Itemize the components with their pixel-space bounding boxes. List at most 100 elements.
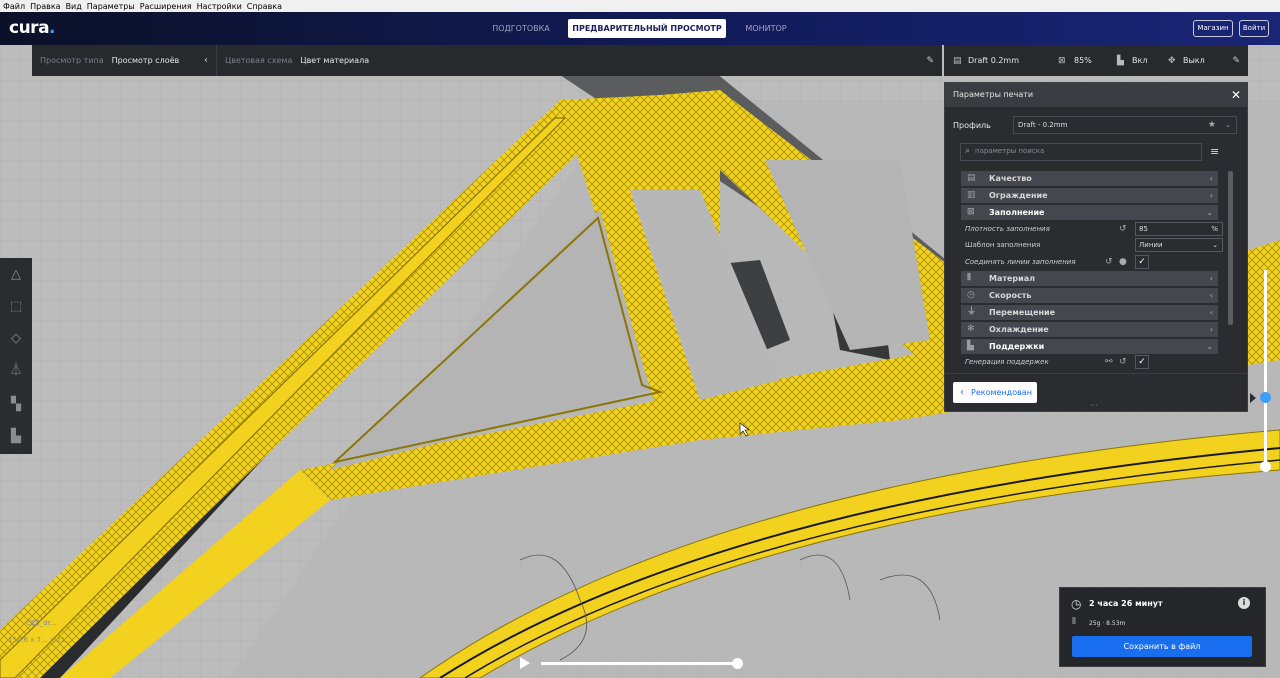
tab-preview[interactable]: ПРЕДВАРИТЕЛЬНЫЙ ПРОСМОТР bbox=[568, 19, 726, 38]
reset-icon[interactable]: ↺ bbox=[1105, 254, 1113, 270]
cura-logo: cura. bbox=[9, 18, 56, 38]
chevron-left-icon: ‹ bbox=[1209, 274, 1213, 283]
speed-icon: ◷ bbox=[967, 290, 975, 300]
setting-generate-support: Генерация поддержек ⚯ ↺ bbox=[965, 354, 1218, 370]
recommended-button[interactable]: ‹ Рекомендован bbox=[953, 382, 1037, 403]
marketplace-button[interactable]: Магазин bbox=[1193, 20, 1233, 37]
category-speed[interactable]: ◷ Скорость ‹ bbox=[961, 288, 1218, 303]
play-icon[interactable] bbox=[520, 657, 530, 669]
category-travel[interactable]: ⏚ Перемещение ‹ bbox=[961, 305, 1218, 320]
chevron-down-icon: ⌄ bbox=[1225, 121, 1231, 129]
panel-title: Параметры печати bbox=[953, 90, 1034, 99]
chevron-down-icon: ⌄ bbox=[1206, 342, 1213, 351]
save-to-file-button[interactable]: Сохранить в файл bbox=[1072, 636, 1252, 657]
profile-select-value: Draft - 0.2mm bbox=[1018, 121, 1068, 129]
summary-infill: 85% bbox=[1074, 56, 1092, 65]
header-bar: cura. ПОДГОТОВКА ПРЕДВАРИТЕЛЬНЫЙ ПРОСМОТ… bbox=[0, 12, 1280, 45]
chevron-left-icon: ‹ bbox=[1209, 191, 1213, 200]
layer-slider-upper-handle[interactable] bbox=[1260, 392, 1271, 403]
object-name: CE3_dr... bbox=[26, 619, 57, 627]
menu-edit[interactable]: Правка bbox=[30, 2, 60, 11]
info-icon[interactable]: i bbox=[1238, 597, 1250, 609]
color-scheme-label: Цветовая схема bbox=[225, 56, 293, 65]
spool-icon: ⦀ bbox=[1072, 617, 1076, 627]
support-icon: ▙ bbox=[1117, 55, 1124, 66]
chevron-left-icon: ‹ bbox=[1209, 325, 1213, 334]
profile-select[interactable]: Draft - 0.2mm ★ ⌄ bbox=[1013, 116, 1237, 134]
menu-icon[interactable]: ≡ bbox=[1210, 145, 1219, 158]
category-walls[interactable]: ▥ Ограждение ‹ bbox=[961, 188, 1218, 203]
setting-connect-infill: Соединять линии заполнения ↺ ● bbox=[965, 254, 1218, 270]
category-cooling[interactable]: ✻ Охлаждение ‹ bbox=[961, 322, 1218, 337]
rotate-tool-icon[interactable]: ◇ bbox=[7, 330, 25, 348]
layer-slider-track[interactable] bbox=[1264, 270, 1267, 468]
color-scheme-value: Цвет материала bbox=[300, 56, 370, 65]
settings-scrollbar[interactable] bbox=[1228, 171, 1233, 325]
panel-header: Параметры печати ✕ bbox=[945, 83, 1247, 107]
layer-slider-lower-handle[interactable] bbox=[1260, 461, 1271, 472]
menu-settings[interactable]: Параметры bbox=[87, 2, 135, 11]
reset-icon[interactable]: ↺ bbox=[1119, 221, 1127, 237]
print-setup-summary[interactable]: ▤ Draft 0.2mm ⊠ 85% ▙ Вкл ✥ Выкл ✎ bbox=[944, 45, 1248, 76]
clock-icon: ◷ bbox=[1071, 597, 1082, 611]
chevron-left-icon: ‹ bbox=[1209, 308, 1213, 317]
move-tool-icon[interactable]: △ bbox=[7, 266, 25, 284]
profile-icon: ▤ bbox=[953, 55, 962, 66]
menu-help[interactable]: Справка bbox=[247, 2, 282, 11]
tool-bar: △ ⬚ ◇ ⏃ ▚ ▙ bbox=[0, 258, 32, 454]
infill-density-input[interactable]: 85 % bbox=[1135, 222, 1223, 236]
simulation-slider-track[interactable] bbox=[541, 662, 737, 665]
print-estimate-panel: ◷ 2 часа 26 минут i ⦀ 25g · 8.53m Сохран… bbox=[1059, 587, 1266, 667]
info-icon[interactable]: ● bbox=[1119, 254, 1127, 270]
chevron-left-icon: ‹ bbox=[204, 55, 208, 66]
connect-infill-checkbox[interactable]: ✓ bbox=[1135, 255, 1149, 269]
category-material[interactable]: ⦀ Материал ‹ bbox=[961, 271, 1218, 286]
chevron-left-icon: ‹ bbox=[1209, 291, 1213, 300]
category-quality[interactable]: ▤ Качество ‹ bbox=[961, 171, 1218, 186]
menu-extensions[interactable]: Расширения bbox=[140, 2, 192, 11]
pencil-icon: ✎ bbox=[926, 55, 934, 66]
color-scheme-selector[interactable]: Цветовая схема Цвет материала ✎ bbox=[217, 45, 942, 76]
category-infill[interactable]: ⊠ Заполнение ⌄ bbox=[961, 205, 1218, 220]
generate-support-checkbox[interactable]: ✓ bbox=[1135, 355, 1149, 369]
chevron-down-icon: ⌄ bbox=[1206, 208, 1213, 217]
simulation-slider-handle[interactable] bbox=[732, 658, 743, 669]
search-input[interactable]: ⌕ параметры поиска bbox=[960, 143, 1202, 161]
menu-file[interactable]: Файл bbox=[3, 2, 25, 11]
adhesion-icon: ✥ bbox=[1168, 55, 1176, 66]
search-placeholder: параметры поиска bbox=[975, 147, 1045, 155]
search-icon: ⌕ bbox=[965, 146, 971, 156]
infill-icon: ⊠ bbox=[967, 207, 975, 217]
mirror-tool-icon[interactable]: ⏃ bbox=[7, 362, 25, 380]
support-icon: ▙ bbox=[967, 341, 974, 351]
reset-icon[interactable]: ↺ bbox=[1119, 354, 1127, 370]
tab-prepare[interactable]: ПОДГОТОВКА bbox=[484, 19, 558, 38]
menu-preferences[interactable]: Настройки bbox=[197, 2, 242, 11]
travel-icon: ⏚ bbox=[967, 307, 977, 317]
infill-pattern-select[interactable]: Линии ⌄ bbox=[1135, 238, 1223, 252]
tab-monitor[interactable]: МОНИТОР bbox=[736, 19, 796, 38]
view-type-selector[interactable]: Просмотр типа Просмотр слоёв ‹ bbox=[32, 45, 217, 76]
view-type-value: Просмотр слоёв bbox=[111, 56, 180, 65]
login-button[interactable]: Войти bbox=[1239, 20, 1269, 37]
per-model-settings-icon[interactable]: ▚ bbox=[7, 396, 25, 414]
fan-icon: ✻ bbox=[967, 324, 975, 334]
panel-divider bbox=[945, 373, 1247, 374]
menu-view[interactable]: Вид bbox=[66, 2, 82, 11]
scale-tool-icon[interactable]: ⬚ bbox=[7, 298, 25, 316]
chevron-left-icon: ‹ bbox=[1209, 174, 1213, 183]
link-icon[interactable]: ⚯ bbox=[1105, 354, 1113, 370]
summary-profile: Draft 0.2mm bbox=[968, 56, 1020, 65]
star-icon[interactable]: ★ bbox=[1208, 117, 1216, 133]
resize-handle[interactable]: ··· bbox=[1090, 401, 1098, 410]
category-support[interactable]: ▙ Поддержки ⌄ bbox=[961, 339, 1218, 354]
support-blocker-icon[interactable]: ▙ bbox=[7, 428, 25, 446]
object-dimensions: 156.6 x 7... x 21... bbox=[8, 636, 72, 644]
walls-icon: ▥ bbox=[967, 190, 976, 200]
print-settings-panel: Параметры печати ✕ Профиль Draft - 0.2mm… bbox=[944, 82, 1248, 412]
close-icon[interactable]: ✕ bbox=[1231, 83, 1241, 107]
chevron-left-icon: ‹ bbox=[960, 387, 964, 398]
profile-label: Профиль bbox=[953, 121, 991, 130]
infill-icon: ⊠ bbox=[1058, 55, 1066, 66]
layer-pointer-icon bbox=[1250, 393, 1256, 403]
